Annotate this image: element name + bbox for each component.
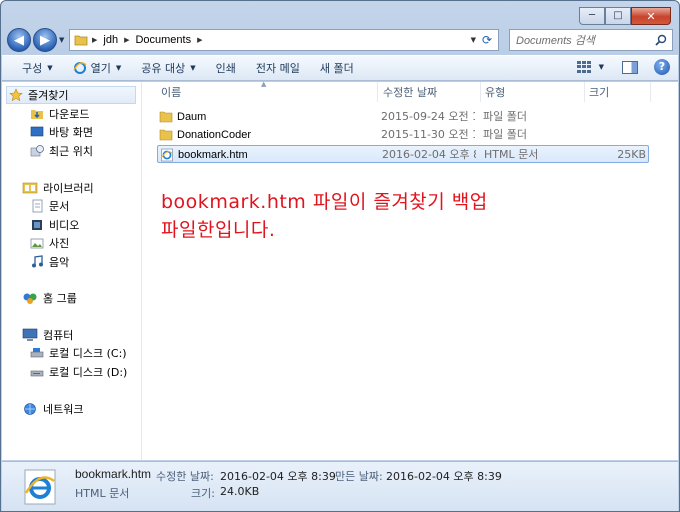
new-folder-button[interactable]: 새 폴더: [310, 57, 364, 79]
minimize-button[interactable]: ─: [579, 7, 605, 25]
content-area: 즐겨찾기 다운로드 바탕 화면 최근 위치 라이브러리 문서 비디오 사진 음악…: [2, 80, 678, 460]
folder-icon: [159, 111, 173, 123]
file-row-bookmark[interactable]: bookmark.htm 2016-02-04 오후 8... HTML 문서 …: [157, 145, 649, 163]
search-input[interactable]: Documents 검색: [509, 29, 673, 51]
annotation-line-2: 파일한입니다.: [161, 219, 276, 241]
details-pane: bookmark.htm HTML 문서 수정한 날짜: 2016-02-04 …: [2, 461, 678, 511]
details-file-type: HTML 문서: [75, 487, 130, 500]
annotation-line-1: bookmark.htm 파일이 즐겨찾기 백업: [161, 191, 488, 213]
open-button[interactable]: 열기 ▼: [63, 57, 132, 79]
search-placeholder: Documents 검색: [516, 35, 595, 47]
arrow-right-icon: ▶: [40, 32, 50, 48]
sidebar-item-pictures[interactable]: 사진: [30, 234, 69, 252]
explorer-window: ─ □ ✕ ◀ ▶ ▼ ▶ jdh ▶ Documents ▶ ▼ ⟳ Docume…: [0, 0, 680, 512]
internet-explorer-icon: [161, 148, 173, 162]
column-header-type[interactable]: 유형: [481, 82, 585, 102]
folder-icon: [74, 35, 88, 46]
hard-drive-icon: [30, 370, 44, 377]
sidebar-item-music[interactable]: 음악: [30, 253, 69, 271]
file-row-donationcoder[interactable]: DonationCoder 2015-11-30 오전 1... 파일 폴더: [157, 126, 649, 144]
video-icon: [32, 220, 42, 230]
breadcrumb-jdh[interactable]: jdh ▶: [103, 34, 129, 46]
pictures-icon: [30, 238, 44, 249]
column-header-size[interactable]: 크기: [585, 82, 651, 102]
view-options-icon[interactable]: [576, 61, 591, 73]
details-size-label: 크기:: [191, 487, 215, 500]
documents-icon: [32, 199, 43, 213]
toolbar-right: ▼ ?: [576, 59, 670, 75]
refresh-icon[interactable]: ⟳: [479, 32, 495, 48]
email-button[interactable]: 전자 메일: [246, 57, 310, 79]
recent-pages-dropdown[interactable]: ▼: [59, 36, 64, 44]
details-modified-value: 2016-02-04 오후 8:39: [220, 470, 336, 483]
sidebar-item-homegroup[interactable]: 홈 그룹: [22, 289, 77, 307]
navigation-bar: ◀ ▶ ▼ ▶ jdh ▶ Documents ▶ ▼ ⟳ Documents 검색: [7, 27, 673, 53]
print-button[interactable]: 인쇄: [206, 57, 246, 79]
preview-pane-icon[interactable]: [622, 60, 638, 74]
folder-icon: [159, 129, 173, 141]
internet-explorer-icon: [73, 62, 87, 74]
close-icon: ✕: [646, 9, 656, 23]
address-bar[interactable]: ▶ jdh ▶ Documents ▶ ▼ ⟳: [69, 29, 499, 51]
minimize-icon: ─: [588, 10, 596, 21]
chevron-down-icon: ▼: [115, 64, 122, 72]
chevron-down-icon: ▼: [190, 64, 196, 72]
details-created-value: 2016-02-04 오후 8:39: [386, 470, 502, 483]
sidebar-item-network[interactable]: 네트워크: [22, 400, 83, 418]
sidebar-item-favorites[interactable]: 즐겨찾기: [6, 86, 136, 104]
desktop-icon: [30, 126, 44, 137]
details-size-value: 24.0KB: [220, 485, 260, 498]
recent-places-icon: [30, 145, 44, 157]
share-button[interactable]: 공유 대상 ▼: [131, 57, 205, 79]
network-icon: [24, 403, 36, 415]
chevron-down-icon: ▼: [47, 64, 53, 72]
close-button[interactable]: ✕: [631, 7, 671, 25]
libraries-icon: [22, 182, 38, 194]
sidebar-item-videos[interactable]: 비디오: [30, 216, 79, 234]
sidebar-item-local-d[interactable]: 로컬 디스크 (D:): [30, 363, 127, 381]
annotation-text: bookmark.htm 파일이 즐겨찾기 백업 파일한입니다.: [161, 188, 488, 244]
sidebar-item-desktop[interactable]: 바탕 화면: [30, 123, 93, 141]
computer-icon: [22, 328, 38, 341]
search-icon[interactable]: [654, 34, 668, 46]
file-list: ▲ 이름 수정한 날짜 유형 크기 Daum 2015-09-24 오전 1..…: [143, 80, 678, 460]
music-icon: [32, 255, 43, 268]
hard-drive-icon: [30, 348, 44, 358]
sidebar-item-documents[interactable]: 문서: [30, 197, 69, 215]
star-icon: [9, 88, 23, 102]
sidebar-item-libraries[interactable]: 라이브러리: [22, 179, 94, 197]
internet-explorer-icon: [24, 469, 56, 505]
sidebar-item-local-c[interactable]: 로컬 디스크 (C:): [30, 344, 127, 362]
sidebar-item-downloads[interactable]: 다운로드: [30, 105, 89, 123]
window-controls: ─ □ ✕: [579, 7, 671, 25]
maximize-button[interactable]: □: [605, 7, 631, 25]
help-icon[interactable]: ?: [654, 59, 670, 75]
breadcrumb-documents[interactable]: Documents ▶: [135, 34, 202, 46]
sidebar-item-recent[interactable]: 최근 위치: [30, 142, 93, 160]
arrow-left-icon: ◀: [14, 32, 24, 48]
file-row-daum[interactable]: Daum 2015-09-24 오전 1... 파일 폴더: [157, 108, 649, 126]
navigation-pane: 즐겨찾기 다운로드 바탕 화면 최근 위치 라이브러리 문서 비디오 사진 음악…: [2, 82, 142, 460]
homegroup-icon: [23, 293, 37, 304]
command-bar: 구성 ▼ 열기 ▼ 공유 대상 ▼ 인쇄 전자 메일 새 폴더 ▼ ?: [2, 55, 678, 81]
back-button[interactable]: ◀: [7, 28, 31, 52]
details-file-name: bookmark.htm: [75, 467, 152, 481]
details-created-label: 만든 날짜:: [335, 470, 383, 483]
downloads-folder-icon: [31, 110, 43, 119]
breadcrumb-separator[interactable]: ▶: [92, 36, 97, 44]
maximize-icon: □: [613, 10, 623, 21]
forward-button[interactable]: ▶: [33, 28, 57, 52]
address-dropdown[interactable]: ▼: [471, 36, 476, 44]
organize-button[interactable]: 구성 ▼: [2, 57, 63, 79]
details-modified-label: 수정한 날짜:: [156, 470, 214, 483]
column-header-name[interactable]: 이름: [157, 82, 378, 102]
chevron-down-icon[interactable]: ▼: [599, 63, 604, 71]
sidebar-item-computer[interactable]: 컴퓨터: [22, 326, 73, 344]
column-header-date[interactable]: 수정한 날짜: [379, 82, 481, 102]
